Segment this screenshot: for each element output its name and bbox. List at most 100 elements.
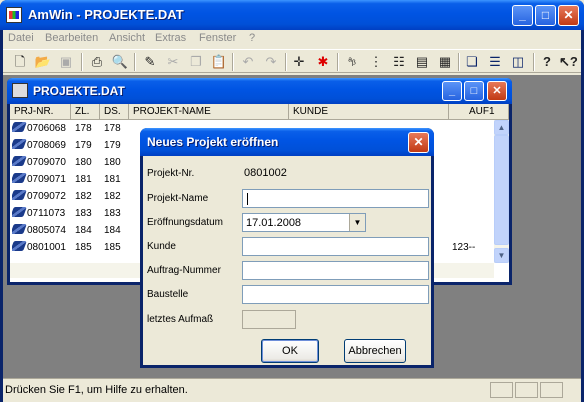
menu-extras[interactable]: Extras <box>155 32 186 44</box>
column-header-kunde[interactable]: KUNDE <box>289 104 449 120</box>
new-file-icon[interactable]: 🗋 <box>11 53 29 71</box>
menu-fenster[interactable]: Fenster <box>199 32 236 44</box>
cell-prj-nr-text: 0706068 <box>27 123 66 134</box>
cell-prj-nr: 0805074 <box>12 223 72 239</box>
list-icon[interactable]: ☷ <box>390 53 408 71</box>
cell-prj-nr: 0709071 <box>12 172 72 188</box>
save-icon[interactable]: ▣ <box>57 53 75 71</box>
child-title-bar[interactable]: PROJEKTE.DAT _ □ ✕ <box>7 78 512 104</box>
cut-icon[interactable]: ✂ <box>164 53 182 71</box>
tile-horizontal-icon[interactable]: ☰ <box>486 53 504 71</box>
cancel-button[interactable]: Abbrechen <box>344 339 406 363</box>
table-header: PRJ-NR. ZL. DS. PROJEKT-NAME KUNDE AUF1 <box>10 104 509 120</box>
menu-bearbeiten[interactable]: Bearbeiten <box>45 32 98 44</box>
cell-zl: 182 <box>75 189 100 205</box>
aufmass-field <box>242 310 296 329</box>
ok-button[interactable]: OK <box>261 339 319 363</box>
cell-zl: 179 <box>75 138 100 154</box>
cell-ds: 178 <box>104 121 129 137</box>
help-icon[interactable]: ? <box>538 53 556 71</box>
scroll-up-icon[interactable]: ▲ <box>494 120 509 135</box>
cell-ds-text: 185 <box>104 242 121 253</box>
cell-zl: 184 <box>75 223 100 239</box>
move-icon[interactable]: ✛ <box>290 53 308 71</box>
dialog-title-bar[interactable]: Neues Projekt eröffnen ✕ <box>140 128 434 156</box>
column-header-zl[interactable]: ZL. <box>71 104 100 120</box>
open-folder-icon[interactable]: 📂 <box>34 53 52 71</box>
print-preview-icon[interactable]: 🔍 <box>111 53 129 71</box>
baustelle-input[interactable] <box>242 285 429 304</box>
cell-zl-text: 185 <box>75 242 92 253</box>
table-icon[interactable]: ▦ <box>436 53 454 71</box>
child-maximize-button[interactable]: □ <box>464 81 484 101</box>
cell-ds: 182 <box>104 189 129 205</box>
menu-ansicht[interactable]: Ansicht <box>109 32 145 44</box>
column-header-auf[interactable]: AUF1 <box>449 104 509 120</box>
project-icon <box>12 207 27 217</box>
project-icon <box>12 190 27 200</box>
minimize-button[interactable]: _ <box>512 5 533 26</box>
close-button[interactable]: ✕ <box>558 5 579 26</box>
projekt-name-input[interactable] <box>242 189 429 208</box>
column-header-projekt-name[interactable]: PROJEKT-NAME <box>129 104 289 120</box>
child-title: PROJEKTE.DAT <box>33 84 125 98</box>
paste-icon[interactable]: 📋 <box>210 53 228 71</box>
dialog-close-button[interactable]: ✕ <box>408 132 429 153</box>
cell-auf <box>452 155 494 171</box>
context-help-icon[interactable]: ↖? <box>559 53 578 71</box>
tree-icon[interactable]: ⋮ <box>367 53 385 71</box>
child-close-button[interactable]: ✕ <box>487 81 507 101</box>
cell-ds: 184 <box>104 223 129 239</box>
menu-datei[interactable]: Datei <box>8 32 34 44</box>
copy-icon[interactable]: ❐ <box>187 53 205 71</box>
cell-ds-text: 183 <box>104 208 121 219</box>
cell-ds: 185 <box>104 240 129 256</box>
kunde-label: Kunde <box>147 241 176 252</box>
app-title-bar[interactable]: AmWin - PROJEKTE.DAT _ □ ✕ <box>0 0 584 30</box>
cell-prj-nr: 0709070 <box>12 155 72 171</box>
maximize-button[interactable]: □ <box>535 5 556 26</box>
cell-prj-nr-text: 0709070 <box>27 157 66 168</box>
cell-zl-text: 182 <box>75 191 92 202</box>
child-minimize-button[interactable]: _ <box>442 81 462 101</box>
toolbar-separator <box>533 53 535 71</box>
project-icon <box>12 173 27 183</box>
cell-prj-nr-text: 0805074 <box>27 225 66 236</box>
toolbar-separator <box>285 53 287 71</box>
vertical-scrollbar[interactable]: ▲ ▼ <box>494 120 509 263</box>
undo-icon[interactable]: ↶ <box>239 53 257 71</box>
cell-zl: 183 <box>75 206 100 222</box>
auftrag-input[interactable] <box>242 261 429 280</box>
cell-prj-nr-text: 0709071 <box>27 174 66 185</box>
tile-vertical-icon[interactable]: ◫ <box>509 53 527 71</box>
edit-icon[interactable]: ✎ <box>141 53 159 71</box>
column-header-prj-nr[interactable]: PRJ-NR. <box>10 104 71 120</box>
project-icon <box>12 241 27 251</box>
details-icon[interactable]: ▤ <box>413 53 431 71</box>
cell-ds-text: 179 <box>104 140 121 151</box>
auftrag-label: Auftrag-Nummer <box>147 265 221 276</box>
text-caret <box>247 193 248 205</box>
cascade-icon[interactable]: ❏ <box>463 53 481 71</box>
column-header-ds[interactable]: DS. <box>100 104 129 120</box>
chevron-down-icon[interactable]: ▼ <box>349 214 365 231</box>
datum-value: 17.01.2008 <box>246 217 302 229</box>
aufmass-label: letztes Aufmaß <box>147 314 214 325</box>
cross-icon[interactable]: ✱ <box>314 53 332 71</box>
scroll-thumb[interactable] <box>494 135 509 245</box>
cell-ds-text: 184 <box>104 225 121 236</box>
sort-icon[interactable]: ᵃᵦ <box>343 53 361 71</box>
print-icon[interactable]: ⎙ <box>88 53 106 71</box>
project-icon <box>12 224 27 234</box>
cell-ds-text: 180 <box>104 157 121 168</box>
baustelle-label: Baustelle <box>147 289 189 300</box>
cell-prj-nr: 0709072 <box>12 189 72 205</box>
scroll-down-icon[interactable]: ▼ <box>494 248 509 263</box>
kunde-input[interactable] <box>242 237 429 256</box>
datum-select[interactable]: 17.01.2008 ▼ <box>242 213 366 232</box>
menu-help[interactable]: ? <box>249 32 255 44</box>
redo-icon[interactable]: ↷ <box>262 53 280 71</box>
cell-zl: 180 <box>75 155 100 171</box>
cell-ds-text: 182 <box>104 191 121 202</box>
toolbar-separator <box>134 53 136 71</box>
